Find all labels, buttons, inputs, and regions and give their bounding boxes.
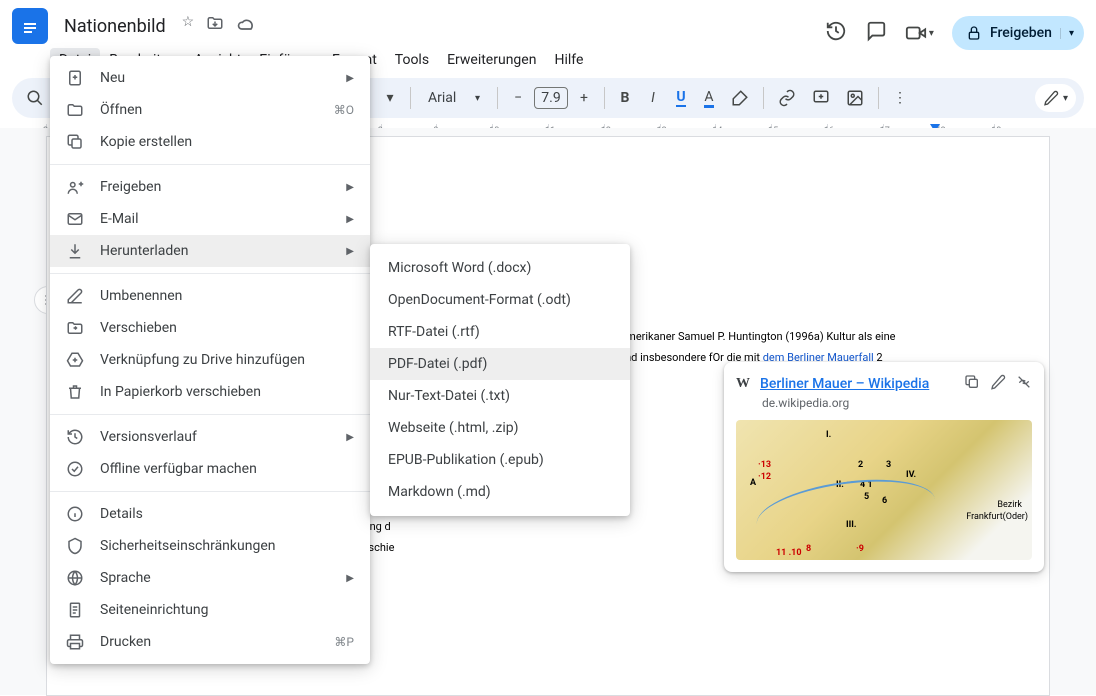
menu-new[interactable]: Neu▶ [50, 62, 370, 94]
body-text: Amerikaner Samuel P. Huntington (1996a) … [619, 330, 896, 343]
menu-extensions[interactable]: Erweiterungen [438, 48, 545, 72]
download-epub[interactable]: EPUB-Publikation (.epub) [370, 444, 630, 476]
download-docx[interactable]: Microsoft Word (.docx) [370, 252, 630, 284]
menu-language[interactable]: Sprache▶ [50, 562, 370, 594]
share-label: Freigeben [990, 25, 1052, 41]
history-icon[interactable] [825, 20, 847, 46]
text-color-button[interactable]: A [697, 83, 721, 114]
download-rtf[interactable]: RTF-Datei (.rtf) [370, 316, 630, 348]
menu-open[interactable]: Öffnen⌘O [50, 94, 370, 126]
styles-dropdown[interactable]: ▾ [378, 84, 402, 112]
menu-email[interactable]: E-Mail▶ [50, 203, 370, 235]
link-preview-title[interactable]: Berliner Mauer – Wikipedia [760, 376, 954, 392]
download-odt[interactable]: OpenDocument-Format (.odt) [370, 284, 630, 316]
share-caret-icon[interactable]: ▾ [1060, 28, 1074, 39]
comment-icon[interactable] [865, 20, 887, 46]
menu-make-copy[interactable]: Kopie erstellen [50, 126, 370, 158]
insert-image-button[interactable] [840, 83, 870, 113]
link-preview-url: de.wikipedia.org [762, 396, 1032, 410]
copy-link-icon[interactable] [964, 374, 980, 394]
italic-button[interactable]: I [641, 84, 665, 112]
wikipedia-icon: W [736, 376, 750, 392]
menu-offline[interactable]: Offline verfügbar machen [50, 453, 370, 485]
bold-button[interactable]: B [613, 84, 637, 112]
move-folder-icon[interactable] [206, 14, 224, 38]
link-preview-image: I. ·13 ·12 A 2 II. 4 1 5 3 6 IV. III. 8 … [736, 420, 1032, 560]
underline-button[interactable]: U [669, 83, 693, 113]
more-toolbar-button[interactable]: ⋮ [887, 84, 913, 112]
star-icon[interactable]: ☆ [182, 14, 195, 38]
menu-download[interactable]: Herunterladen▶ [50, 235, 370, 267]
font-size-input[interactable]: 7.9 [534, 87, 568, 109]
menu-print[interactable]: Drucken⌘P [50, 626, 370, 658]
menu-trash[interactable]: In Papierkorb verschieben [50, 376, 370, 408]
file-menu-dropdown: Neu▶ Öffnen⌘O Kopie erstellen Freigeben▶… [50, 56, 370, 664]
download-txt[interactable]: Nur-Text-Datei (.txt) [370, 380, 630, 412]
doc-title[interactable]: Nationenbild [58, 14, 172, 39]
search-icon[interactable] [20, 83, 50, 113]
cloud-status-icon[interactable] [236, 14, 256, 38]
menu-security[interactable]: Sicherheitseinschränkungen [50, 530, 370, 562]
insert-link-button[interactable] [772, 83, 802, 113]
font-increase[interactable]: + [572, 84, 596, 112]
menu-details[interactable]: Details [50, 498, 370, 530]
remove-link-icon[interactable] [1016, 374, 1032, 394]
download-pdf[interactable]: PDF-Datei (.pdf) [370, 348, 630, 380]
menu-add-drive-shortcut[interactable]: Verknüpfung zu Drive hinzufügen [50, 344, 370, 376]
menu-page-setup[interactable]: Seiteneinrichtung [50, 594, 370, 626]
menu-tools[interactable]: Tools [386, 48, 438, 72]
menu-rename[interactable]: Umbenennen [50, 280, 370, 312]
meet-icon[interactable]: ▾ [905, 22, 934, 44]
share-button[interactable]: Freigeben ▾ [952, 16, 1084, 50]
download-md[interactable]: Markdown (.md) [370, 476, 630, 508]
link-preview-card: W Berliner Mauer – Wikipedia de.wikipedi… [724, 362, 1044, 572]
insert-comment-button[interactable] [806, 83, 836, 113]
font-decrease[interactable]: − [506, 84, 530, 112]
docs-logo[interactable] [12, 8, 48, 44]
highlight-button[interactable] [725, 83, 755, 113]
menu-help[interactable]: Hilfe [545, 48, 592, 72]
menu-version-history[interactable]: Versionsverlauf▶ [50, 421, 370, 453]
edit-link-icon[interactable] [990, 374, 1006, 394]
menu-move[interactable]: Verschieben [50, 312, 370, 344]
editing-mode-button[interactable]: ▾ [1035, 84, 1076, 112]
font-family-select[interactable]: Arial ▾ [419, 85, 489, 111]
menu-share[interactable]: Freigeben▶ [50, 171, 370, 203]
download-submenu: Microsoft Word (.docx) OpenDocument-Form… [370, 244, 630, 516]
download-html[interactable]: Webseite (.html, .zip) [370, 412, 630, 444]
